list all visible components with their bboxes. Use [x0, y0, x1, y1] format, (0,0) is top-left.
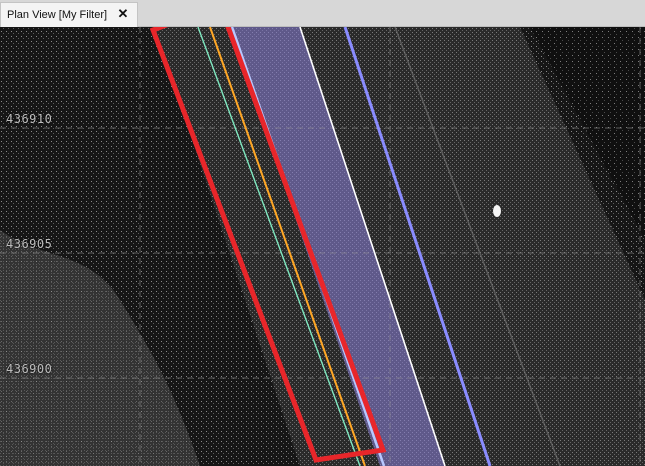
tab-title: Plan View [My Filter] [7, 9, 108, 21]
plan-view-canvas[interactable]: 436910 436905 436900 [0, 27, 645, 466]
y-coordinate-label: 436910 [6, 112, 53, 126]
point-object [493, 205, 501, 217]
y-coordinate-label: 436905 [6, 237, 53, 251]
close-icon[interactable]: ✕ [116, 7, 130, 21]
y-coordinate-label: 436900 [6, 362, 53, 376]
tab-plan-view[interactable]: Plan View [My Filter] ✕ [0, 2, 138, 27]
point-cloud-view [0, 27, 645, 466]
tab-strip: Plan View [My Filter] ✕ [0, 0, 645, 27]
